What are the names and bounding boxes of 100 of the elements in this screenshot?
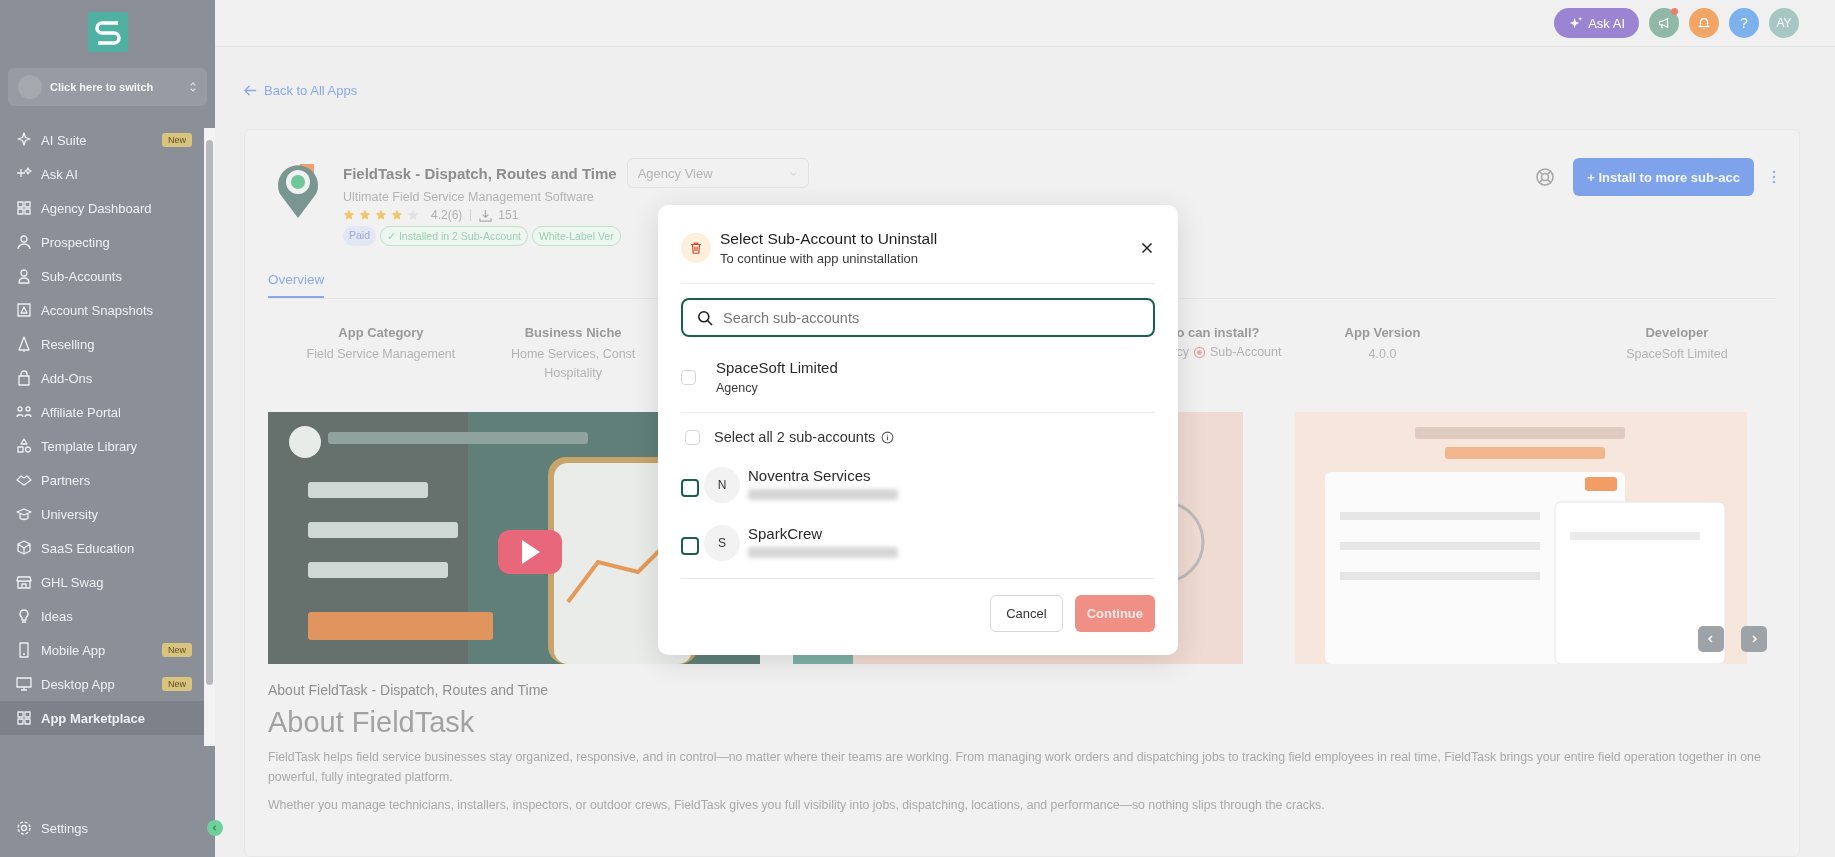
monitor-icon [16, 676, 32, 692]
collapse-handle[interactable] [207, 820, 223, 836]
cap-icon [16, 506, 32, 522]
sidebar-item[interactable]: Desktop App New [0, 667, 204, 701]
tab[interactable]: Overview [268, 268, 325, 298]
frame-icon [16, 302, 32, 318]
search-field[interactable]: Search sub-accounts [681, 298, 1155, 337]
select-all-label: Select all 2 sub-accounts [714, 429, 876, 445]
chevron-left-icon [1706, 634, 1716, 644]
info-value: SpaceSoft Limited [1625, 346, 1729, 363]
about-title: About FieldTask [268, 706, 476, 739]
app-title: FieldTask - Dispatch, Routes and Time [343, 164, 617, 182]
scrollbar[interactable] [204, 128, 215, 746]
previous-button[interactable] [1698, 626, 1724, 652]
sidebar-item-label: Template Library [41, 438, 138, 454]
close-button[interactable] [1139, 240, 1155, 256]
new-badge: New [162, 643, 192, 657]
sidebar-item[interactable]: SaaS Education [0, 531, 204, 565]
sidebar-item-label: App Marketplace [41, 710, 146, 726]
sidebar-item-label: University [41, 506, 99, 522]
back-link[interactable]: Back to All Apps [243, 83, 358, 98]
shapes-icon [16, 438, 32, 454]
sidebar-item[interactable]: Partners [0, 463, 204, 497]
sparkle-icon [16, 132, 32, 148]
checkbox[interactable] [681, 537, 699, 555]
next-button[interactable] [1741, 626, 1767, 652]
help-button[interactable]: ? [1729, 8, 1759, 38]
dialog-title: Select Sub-Account to Uninstall [720, 230, 938, 248]
phone-icon [16, 642, 32, 658]
info-value: Hospitality [543, 365, 603, 382]
agency-type: Agency [716, 381, 759, 395]
sidebar-item[interactable]: Reselling [0, 327, 204, 361]
chevron-right-icon [1749, 634, 1759, 644]
sidebar-item-label: Ask AI [41, 166, 78, 182]
section-heading: About FieldTask - Dispatch, Routes and Time [268, 682, 550, 698]
info-value: 4.0.0 [1367, 346, 1398, 363]
new-badge: New [162, 133, 192, 147]
info-value: Field Service Management [305, 346, 457, 363]
bell-icon[interactable] [1689, 8, 1719, 38]
sidebar-item-label: Account Snapshots [41, 302, 154, 318]
more-icon[interactable] [1772, 170, 1776, 184]
grid-icon [16, 200, 32, 216]
download-icon [479, 208, 493, 222]
account-avatar: S [704, 525, 740, 561]
sidebar-item-label: Desktop App [41, 676, 115, 692]
lifebuoy-icon[interactable] [1535, 167, 1556, 187]
checkbox[interactable] [681, 479, 699, 497]
app-tagline: Ultimate Field Service Management Software [343, 190, 595, 204]
sidebar-item-label: Partners [41, 472, 91, 488]
sidebar-item[interactable]: Sub-Accounts [0, 259, 204, 293]
people-icon [16, 404, 32, 420]
trash-icon [681, 233, 711, 263]
store-icon [16, 574, 32, 590]
info-label: App Version [1343, 325, 1422, 340]
info-value: Sub-Account [1209, 345, 1282, 359]
new-badge: New [162, 677, 192, 691]
sidebar-item[interactable]: University [0, 497, 204, 531]
sidebar-item-label: Sub-Accounts [41, 268, 122, 284]
sidebar-item[interactable]: Prospecting [0, 225, 204, 259]
ask-ai-button[interactable]: Ask AI [1554, 8, 1639, 38]
sidebar-item[interactable]: Account Snapshots [0, 293, 204, 327]
sparkle-icon [1568, 15, 1584, 31]
megaphone-icon[interactable] [1649, 8, 1679, 38]
sidebar-item[interactable]: Template Library [0, 429, 204, 463]
sidebar-item[interactable]: Add-Ons [0, 361, 204, 395]
logo-icon [87, 12, 128, 52]
settings-link[interactable]: Settings [0, 811, 168, 845]
description-paragraph: Whether you manage technicians, installers, inspectors, or outdoor crews, FieldTask gives you full visibility into jobs, dispatching, locations, and performance—so nothing slips through the cracks. [268, 797, 1326, 814]
install-button[interactable]: + Install to more sub-acc [1573, 158, 1754, 196]
sidebar-item[interactable]: Ideas [0, 599, 204, 633]
sidebar-item-label: AI Suite [41, 132, 87, 148]
account-name: Noventra Services [748, 467, 872, 484]
person-icon [16, 268, 32, 284]
info-label: Developer [1644, 325, 1710, 340]
info-icon [881, 430, 895, 444]
account-name: SparkCrew [748, 525, 824, 542]
sidebar-item[interactable]: GHL Swag [0, 565, 204, 599]
sidebar-item[interactable]: Ask AI [0, 157, 204, 191]
rating-text: 4.2(6) [431, 208, 463, 222]
person-icon [16, 234, 32, 250]
sidebar-item[interactable]: Affiliate Portal [0, 395, 204, 429]
cancel-button[interactable]: Cancel [990, 595, 1063, 632]
sidebar-item[interactable]: Mobile App New [0, 633, 204, 667]
sidebar-item-label: Mobile App [41, 642, 106, 658]
tag: ✓ Installed in 2 Sub-Account [380, 226, 528, 246]
sidebar-item[interactable]: Agency Dashboard [0, 191, 204, 225]
info-label: Business Niche [523, 325, 623, 340]
tag: White-Label Ver [531, 226, 621, 246]
sidebar-item[interactable]: App Marketplace [0, 701, 204, 735]
info-label: App Category [337, 325, 425, 340]
sidebar-item-label: Affiliate Portal [41, 404, 121, 420]
sidebar-item[interactable]: AI Suite New [0, 123, 204, 157]
account-switcher[interactable]: Click here to switch [8, 68, 207, 106]
avatar[interactable]: AY [1769, 8, 1799, 38]
sidebar-item-label: SaaS Education [41, 540, 135, 556]
agency-name: SpaceSoft Limited [716, 359, 838, 376]
sidebar-item-label: Ideas [41, 608, 73, 624]
view-select[interactable]: Agency View [626, 158, 809, 188]
gear-icon [16, 820, 32, 836]
sidebar-item-label: Add-Ons [41, 370, 93, 386]
